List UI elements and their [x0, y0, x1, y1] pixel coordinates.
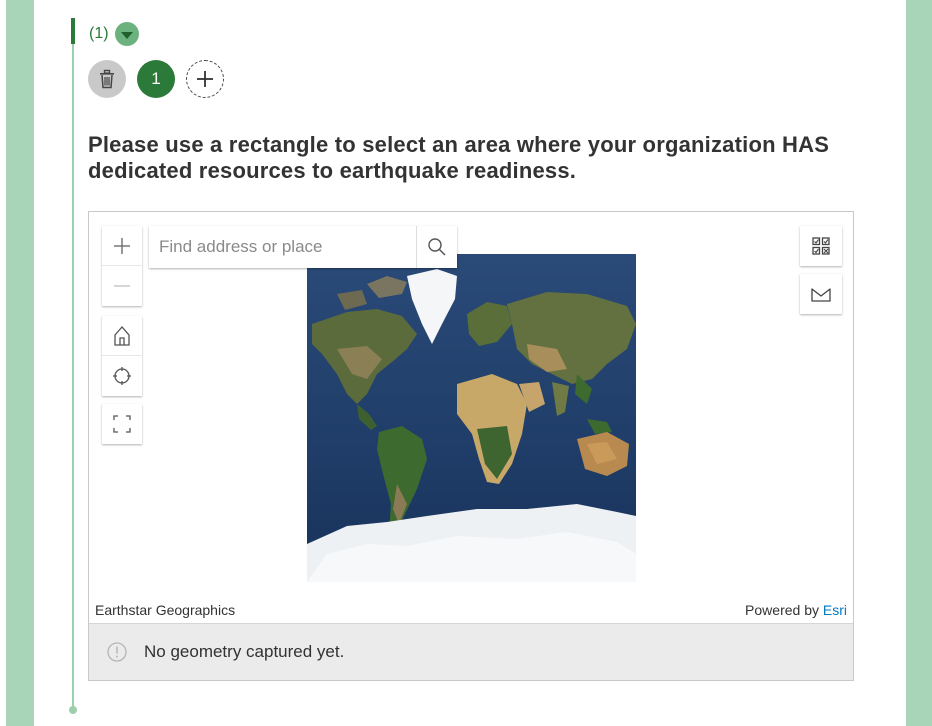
zoom-controls: [102, 226, 142, 306]
survey-page: (1) 1 Please use a rectangle to select a…: [34, 0, 906, 726]
esri-link[interactable]: Esri: [823, 602, 847, 618]
plus-icon: [197, 71, 213, 87]
add-record-button[interactable]: [186, 60, 224, 98]
search-input[interactable]: [149, 226, 417, 268]
search-icon: [428, 238, 446, 256]
repeat-guide-line: [72, 28, 74, 710]
status-message: No geometry captured yet.: [144, 642, 345, 661]
minus-icon: [114, 285, 130, 287]
right-border-stripe: [906, 0, 932, 726]
home-button[interactable]: [102, 316, 142, 356]
fullscreen-control: [102, 404, 142, 444]
fullscreen-button[interactable]: [102, 404, 142, 444]
attribution-powered: Powered by Esri: [745, 602, 847, 618]
left-border-stripe: [6, 0, 34, 726]
map-icon: [811, 288, 831, 302]
fullscreen-icon: [113, 415, 131, 433]
search-button[interactable]: [417, 226, 457, 268]
repeat-guide-end-dot: [69, 706, 77, 714]
repeat-guide-marker: [71, 18, 75, 44]
map-search-widget: [149, 226, 457, 268]
plus-icon: [114, 237, 130, 254]
repeat-header: (1): [89, 22, 139, 46]
delete-record-button[interactable]: [88, 60, 126, 98]
geometry-status-bar: No geometry captured yet.: [89, 623, 853, 680]
world-imagery-basemap: [307, 254, 636, 582]
select-grid-icon: [812, 237, 830, 255]
geopoint-map-widget: Earthstar Geographics Powered by Esri No…: [88, 211, 854, 681]
trash-icon: [100, 69, 114, 89]
question-label: Please use a rectangle to select an area…: [88, 132, 830, 183]
repeat-count: (1): [89, 25, 109, 42]
zoom-out-button[interactable]: [102, 266, 142, 306]
info-icon: [107, 642, 127, 662]
powered-by-text: Powered by: [745, 602, 823, 618]
collapse-repeat-button[interactable]: [114, 22, 139, 46]
map-view[interactable]: Earthstar Geographics Powered by Esri: [89, 212, 853, 622]
navigation-controls: [102, 316, 142, 396]
record-1-button[interactable]: 1: [137, 60, 175, 98]
locate-button[interactable]: [102, 356, 142, 396]
select-tool-button[interactable]: [800, 226, 842, 266]
basemap-toggle-button[interactable]: [800, 274, 842, 314]
record-toolbar: 1: [88, 60, 224, 98]
map-attribution: Earthstar Geographics Powered by Esri: [89, 598, 853, 622]
zoom-in-button[interactable]: [102, 226, 142, 266]
crosshair-icon: [113, 367, 131, 385]
attribution-source: Earthstar Geographics: [95, 602, 236, 618]
home-icon: [114, 325, 130, 346]
